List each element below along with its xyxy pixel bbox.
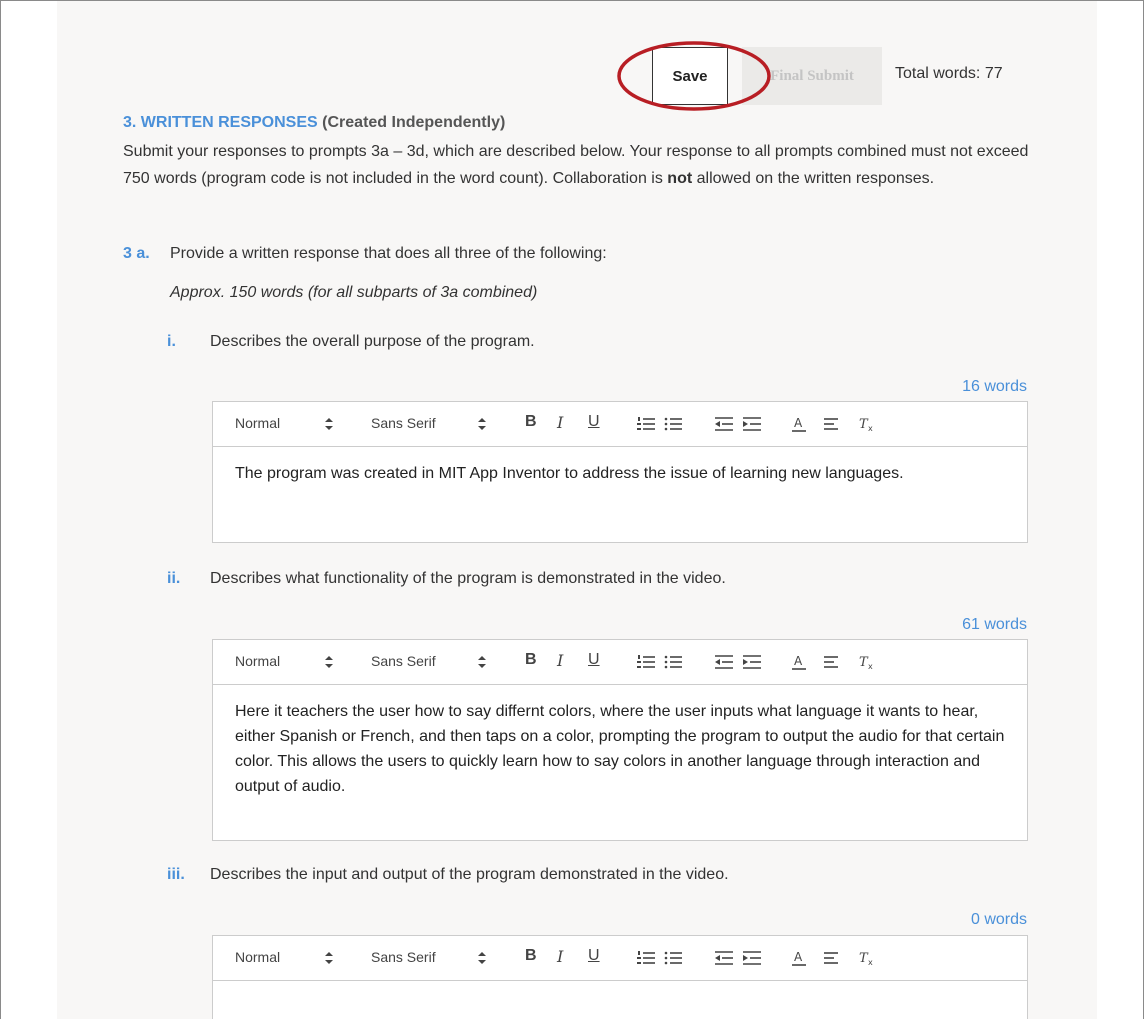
editor-toolbar: Normal Sans Serif B I U A Tx <box>213 936 1027 981</box>
ordered-list-icon[interactable] <box>637 654 655 670</box>
editor-content[interactable]: Here it teachers the user how to say dif… <box>213 685 1027 811</box>
bold-button[interactable]: B <box>525 651 537 669</box>
sort-arrows-icon <box>478 952 486 967</box>
text-color-icon[interactable]: A <box>791 416 807 432</box>
clear-format-icon[interactable]: Tx <box>858 416 874 432</box>
ordered-list-icon[interactable] <box>637 950 655 966</box>
section-intro: Submit your responses to prompts 3a – 3d… <box>123 138 1043 192</box>
text-color-icon[interactable]: A <box>791 654 807 670</box>
editor-content[interactable] <box>213 981 1027 1007</box>
save-button[interactable]: Save <box>652 47 728 105</box>
subpart-numeral: i. <box>167 333 176 350</box>
final-submit-button[interactable]: Final Submit <box>742 47 882 105</box>
underline-button[interactable]: U <box>588 947 600 965</box>
subpart-prompt: Describes the overall purpose of the pro… <box>210 333 535 350</box>
question-text: Provide a written response that does all… <box>170 245 607 262</box>
svg-text:x: x <box>868 662 873 670</box>
word-count: 0 words <box>970 911 1027 928</box>
sort-arrows-icon <box>478 656 486 671</box>
word-count: 16 words <box>962 378 1027 395</box>
outdent-icon[interactable] <box>715 416 733 432</box>
italic-button[interactable]: I <box>557 413 563 432</box>
clear-format-icon[interactable]: Tx <box>858 950 874 966</box>
rich-text-editor[interactable]: Normal Sans Serif B I U A Tx Here it tea… <box>212 639 1028 841</box>
subpart-prompt: Describes what functionality of the prog… <box>210 570 726 587</box>
indent-icon[interactable] <box>743 950 761 966</box>
underline-button[interactable]: U <box>588 413 600 431</box>
indent-icon[interactable] <box>743 416 761 432</box>
bold-button[interactable]: B <box>525 413 537 431</box>
editor-toolbar: Normal Sans Serif B I U A Tx <box>213 402 1027 447</box>
indent-icon[interactable] <box>743 654 761 670</box>
sort-arrows-icon <box>325 418 333 433</box>
sort-arrows-icon <box>325 656 333 671</box>
outdent-icon[interactable] <box>715 950 733 966</box>
bold-button[interactable]: B <box>525 947 537 965</box>
subpart-prompt: Describes the input and output of the pr… <box>210 866 729 883</box>
intro-bold-not: not <box>667 170 693 187</box>
sort-arrows-icon <box>325 952 333 967</box>
text-color-icon[interactable]: A <box>791 950 807 966</box>
sort-arrows-icon <box>478 418 486 433</box>
section-subtitle: (Created Independently) <box>322 114 506 131</box>
format-select[interactable]: Normal <box>235 653 280 669</box>
editor-content[interactable]: The program was created in MIT App Inven… <box>213 447 1027 498</box>
bullet-list-icon[interactable] <box>664 950 682 966</box>
question-note: Approx. 150 words (for all subparts of 3… <box>170 284 538 301</box>
svg-text:A: A <box>794 416 803 430</box>
outdent-icon[interactable] <box>715 654 733 670</box>
question-label: 3 a. <box>123 245 150 262</box>
svg-text:A: A <box>794 654 803 668</box>
align-icon[interactable] <box>823 654 839 670</box>
rich-text-editor[interactable]: Normal Sans Serif B I U A Tx The program… <box>212 401 1028 543</box>
italic-button[interactable]: I <box>557 651 563 670</box>
ordered-list-icon[interactable] <box>637 416 655 432</box>
font-select[interactable]: Sans Serif <box>371 415 436 431</box>
font-select[interactable]: Sans Serif <box>371 949 436 965</box>
bullet-list-icon[interactable] <box>664 416 682 432</box>
align-icon[interactable] <box>823 950 839 966</box>
italic-button[interactable]: I <box>557 947 563 966</box>
rich-text-editor[interactable]: Normal Sans Serif B I U A Tx <box>212 935 1028 1019</box>
bullet-list-icon[interactable] <box>664 654 682 670</box>
section-title-text: 3. WRITTEN RESPONSES <box>123 114 318 131</box>
svg-text:x: x <box>868 424 873 432</box>
subpart-numeral: iii. <box>167 866 185 883</box>
section-title: 3. WRITTEN RESPONSES (Created Independen… <box>123 114 505 132</box>
total-words-counter: Total words: 77 <box>895 65 1003 82</box>
word-count: 61 words <box>962 616 1027 633</box>
written-responses-page: Save Final Submit Total words: 77 3. WRI… <box>57 1 1097 1019</box>
clear-format-icon[interactable]: Tx <box>858 654 874 670</box>
editor-toolbar: Normal Sans Serif B I U A Tx <box>213 640 1027 685</box>
format-select[interactable]: Normal <box>235 949 280 965</box>
underline-button[interactable]: U <box>588 651 600 669</box>
font-select[interactable]: Sans Serif <box>371 653 436 669</box>
intro-text-end: allowed on the written responses. <box>696 170 935 187</box>
svg-text:A: A <box>794 950 803 964</box>
svg-text:x: x <box>868 958 873 966</box>
subpart-numeral: ii. <box>167 570 181 587</box>
format-select[interactable]: Normal <box>235 415 280 431</box>
align-icon[interactable] <box>823 416 839 432</box>
